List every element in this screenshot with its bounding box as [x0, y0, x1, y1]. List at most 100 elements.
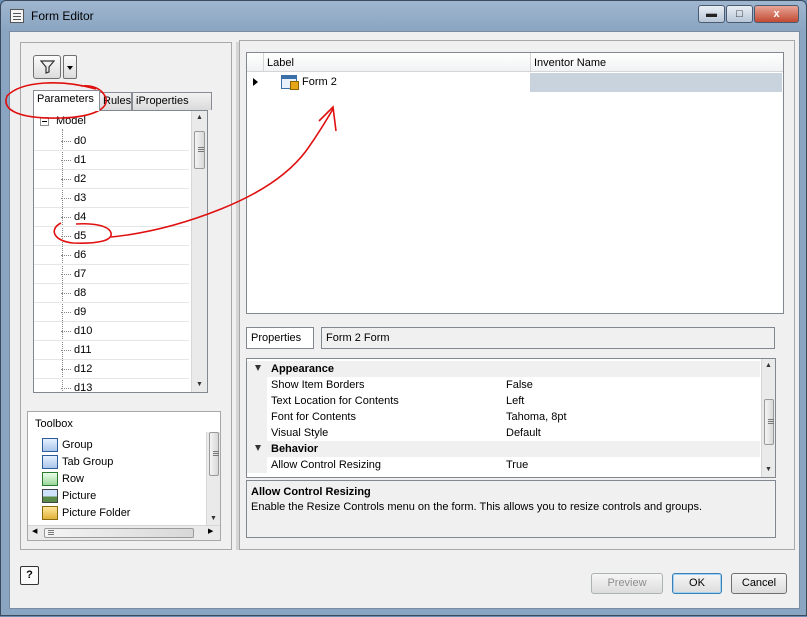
- tree-item-d5[interactable]: d5: [34, 227, 189, 246]
- scroll-left-icon[interactable]: ◀: [32, 527, 37, 535]
- tree-connector: [61, 293, 71, 294]
- tree-item-label: d9: [74, 306, 87, 318]
- parameters-tree[interactable]: Model d0 d1 d2 d3 d4 d5 d6 d7 d8 d9 d10 d11 d12 d13 ▲…: [33, 110, 208, 393]
- collapse-icon[interactable]: [40, 117, 49, 126]
- title-bar[interactable]: Form Editor ▬ □ x: [1, 1, 806, 31]
- column-separator[interactable]: [530, 53, 531, 72]
- tree-item-label: d1: [74, 154, 87, 166]
- dialog-client-area: Parameters Rules iProperties Model d0 d1 d…: [9, 31, 800, 609]
- tree-item-d13[interactable]: d13: [34, 379, 189, 392]
- scroll-down-icon[interactable]: ▼: [207, 512, 220, 526]
- toolbox-title: Toolbox: [35, 418, 73, 430]
- maximize-icon: □: [736, 8, 743, 20]
- tree-item-d1[interactable]: d1: [34, 151, 189, 170]
- toolbox-item-label: Picture Folder: [62, 507, 131, 519]
- category-behavior[interactable]: Behavior: [247, 441, 760, 457]
- scrollbar-thumb[interactable]: [194, 131, 205, 169]
- tree-item-d12[interactable]: d12: [34, 360, 189, 379]
- tree-item-d0[interactable]: d0: [34, 132, 189, 151]
- row-label-cell[interactable]: Form 2: [302, 76, 337, 88]
- property-row[interactable]: Show Item Borders False: [247, 377, 760, 393]
- scrollbar-thumb[interactable]: [764, 399, 774, 445]
- tree-item-d7[interactable]: d7: [34, 265, 189, 284]
- tree-connector: [61, 160, 71, 161]
- property-grid[interactable]: Appearance Show Item Borders False Text …: [246, 358, 776, 478]
- tree-item-d11[interactable]: d11: [34, 341, 189, 360]
- scroll-right-icon[interactable]: ▶: [208, 527, 213, 535]
- tree-item-label: d8: [74, 287, 87, 299]
- property-value[interactable]: Tahoma, 8pt: [506, 411, 567, 423]
- scrollbar-thumb[interactable]: [44, 528, 194, 538]
- minimize-button[interactable]: ▬: [698, 5, 725, 23]
- scroll-down-icon[interactable]: ▼: [192, 378, 207, 392]
- close-button[interactable]: x: [754, 5, 799, 23]
- tree-connector: [61, 198, 71, 199]
- property-row[interactable]: Text Location for Contents Left: [247, 393, 760, 409]
- description-text: Enable the Resize Controls menu on the f…: [251, 501, 703, 513]
- property-value[interactable]: False: [506, 379, 533, 391]
- property-margin: [247, 457, 267, 473]
- tree-item-label: d7: [74, 268, 87, 280]
- row-inventor-name-cell[interactable]: [530, 73, 782, 92]
- close-icon: x: [773, 8, 780, 20]
- preview-button[interactable]: Preview: [591, 573, 663, 594]
- property-row[interactable]: Visual Style Default: [247, 425, 760, 441]
- maximize-button[interactable]: □: [726, 5, 753, 23]
- row-selector-arrow-icon[interactable]: [247, 73, 263, 92]
- tree-connector: [61, 179, 71, 180]
- tree-item-label: d10: [74, 325, 93, 337]
- tab-parameters[interactable]: Parameters: [33, 90, 100, 111]
- tree-connector: [61, 217, 71, 218]
- tree-item-d8[interactable]: d8: [34, 284, 189, 303]
- ok-button[interactable]: OK: [672, 573, 722, 594]
- property-name: Allow Control Resizing: [271, 459, 382, 471]
- tree-item-d6[interactable]: d6: [34, 246, 189, 265]
- form-grid[interactable]: Label Inventor Name Form 2: [246, 52, 784, 314]
- filter-button[interactable]: [33, 55, 61, 79]
- tree-item-d2[interactable]: d2: [34, 170, 189, 189]
- tree-item-d10[interactable]: d10: [34, 322, 189, 341]
- column-header-inventor-name[interactable]: Inventor Name: [534, 57, 606, 69]
- toolbox-hscrollbar[interactable]: ◀ ▶: [28, 525, 220, 540]
- scrollbar-thumb[interactable]: [209, 432, 219, 476]
- tree-item-d9[interactable]: d9: [34, 303, 189, 322]
- collapse-triangle-icon[interactable]: [255, 445, 261, 451]
- filter-dropdown-button[interactable]: [63, 55, 77, 79]
- tree-connector: [61, 141, 71, 142]
- scroll-up-icon[interactable]: ▲: [192, 111, 207, 125]
- property-margin: [247, 425, 267, 441]
- scroll-down-icon[interactable]: ▼: [762, 463, 775, 477]
- cancel-button[interactable]: Cancel: [731, 573, 787, 594]
- toolbox-scrollbar[interactable]: ▼: [206, 432, 220, 526]
- property-row[interactable]: Font for Contents Tahoma, 8pt: [247, 409, 760, 425]
- scroll-up-icon[interactable]: ▲: [762, 359, 775, 373]
- collapse-triangle-icon[interactable]: [255, 365, 261, 371]
- property-value[interactable]: True: [506, 459, 528, 471]
- tab-iproperties[interactable]: iProperties: [132, 92, 212, 110]
- column-header-label[interactable]: Label: [267, 57, 294, 69]
- table-row[interactable]: Form 2: [247, 73, 783, 92]
- property-name: Show Item Borders: [271, 379, 365, 391]
- property-scrollbar[interactable]: ▲ ▼: [761, 359, 775, 477]
- window-title: Form Editor: [31, 9, 94, 23]
- form-editor-window: Form Editor ▬ □ x Parameters Rules iProp…: [0, 0, 807, 616]
- toolbox-item-label: Group: [62, 439, 93, 451]
- tree-item-label: d6: [74, 249, 87, 261]
- tab-rules[interactable]: Rules: [99, 92, 132, 110]
- category-appearance[interactable]: Appearance: [247, 361, 760, 377]
- tree-item-d4[interactable]: d4: [34, 208, 189, 227]
- tree-item-label: d12: [74, 363, 93, 375]
- property-margin: [247, 393, 267, 409]
- tree-item-label: d2: [74, 173, 87, 185]
- property-row[interactable]: Allow Control Resizing True: [247, 457, 760, 473]
- property-margin: [247, 409, 267, 425]
- tree-scrollbar[interactable]: ▲ ▼: [191, 111, 207, 392]
- properties-label: Properties: [246, 327, 314, 349]
- tree-item-d3[interactable]: d3: [34, 189, 189, 208]
- left-pane: Parameters Rules iProperties Model d0 d1 d…: [20, 42, 232, 550]
- property-value[interactable]: Left: [506, 395, 524, 407]
- help-button[interactable]: ?: [20, 566, 39, 585]
- tree-connector: [61, 236, 71, 237]
- toolbox-item-label: Row: [62, 473, 85, 485]
- property-value[interactable]: Default: [506, 427, 541, 439]
